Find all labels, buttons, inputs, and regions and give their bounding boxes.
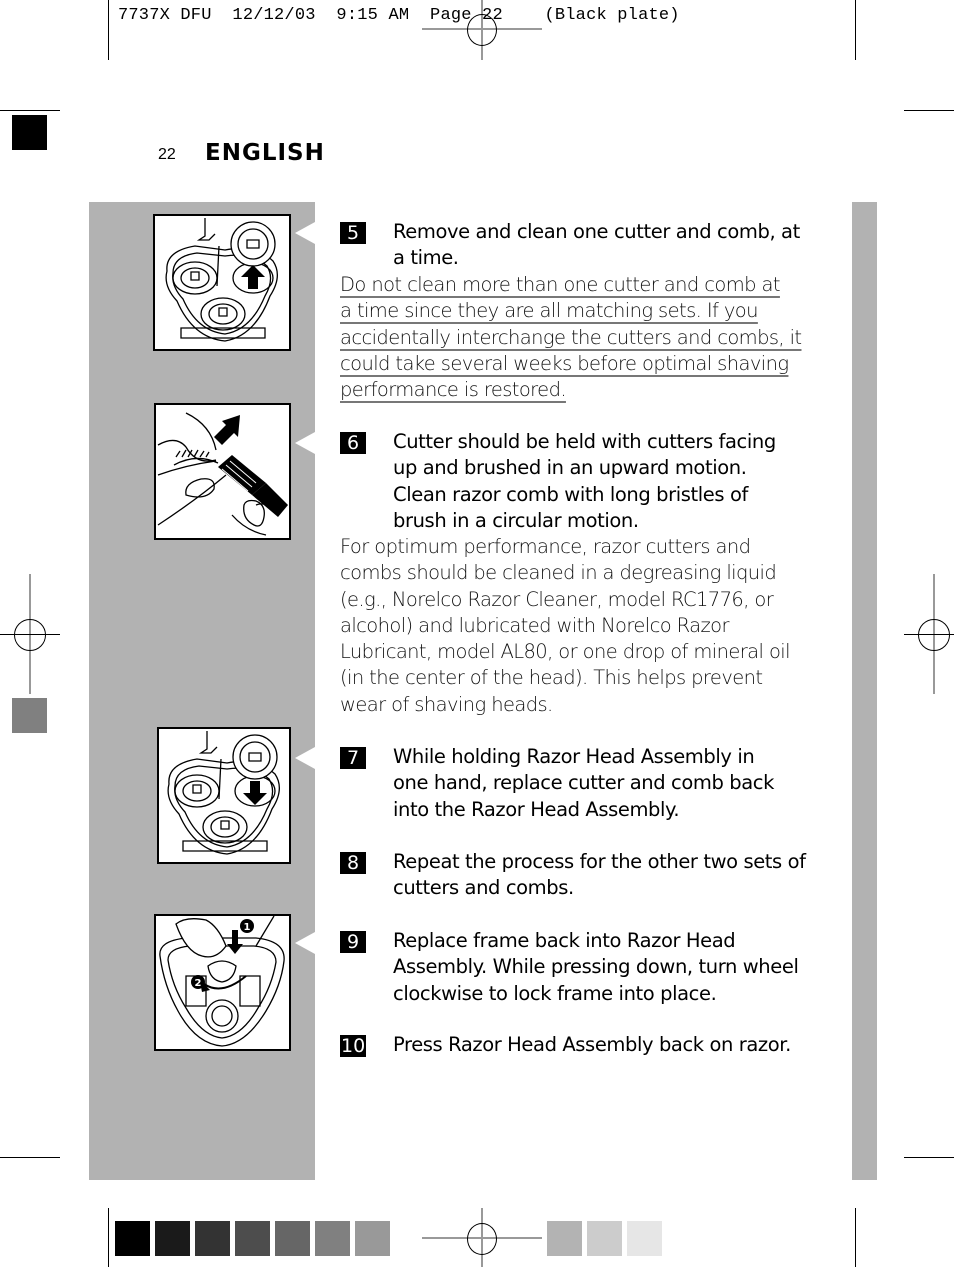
registration-mark-left — [0, 574, 60, 696]
note-line: performance is restored. — [340, 378, 567, 402]
note-line: Do not clean more than one cutter and co… — [340, 273, 781, 296]
crop-mark — [108, 0, 109, 60]
step-number: 7 — [340, 747, 366, 769]
figure-brush-cutter — [154, 403, 291, 540]
figure-pointer — [295, 932, 315, 954]
color-swatch — [587, 1221, 622, 1256]
callout-2: 2 — [195, 978, 202, 989]
step-instruction: While holding Razor Head Assembly in one… — [393, 745, 775, 821]
figure-pointer — [295, 747, 315, 769]
step-instruction: Cutter should be held with cutters facin… — [393, 430, 776, 532]
note-line: accidentally interchange the cutters and… — [340, 325, 802, 349]
note-line: a time since they are all matching sets.… — [340, 299, 758, 323]
crop-mark — [0, 110, 60, 111]
figure-lock-frame: 1 2 — [154, 914, 291, 1051]
figure-replace-cutter — [157, 727, 291, 864]
color-tab-grey — [12, 698, 47, 733]
step-instruction: Repeat the process for the other two set… — [393, 850, 806, 900]
crop-mark — [0, 1157, 60, 1158]
callout-1: 1 — [244, 922, 251, 933]
figure-pointer — [295, 222, 315, 244]
color-swatch — [155, 1221, 190, 1256]
razor-head-arrow-up-icon — [165, 218, 278, 342]
step-instruction: Press Razor Head Assembly back on razor. — [393, 1033, 791, 1056]
color-swatch — [315, 1221, 350, 1256]
figure-remove-cutter — [153, 214, 291, 351]
step-number: 10 — [340, 1035, 367, 1057]
step-number: 8 — [340, 852, 366, 874]
color-swatch — [547, 1221, 582, 1256]
crop-mark — [904, 110, 954, 111]
step-number: 6 — [340, 432, 366, 454]
step-number: 9 — [340, 931, 366, 953]
step-note: Do not clean more than one cutter and co… — [340, 272, 810, 403]
color-tab-black — [12, 115, 47, 150]
color-swatch — [115, 1221, 150, 1256]
registration-mark-top — [422, 0, 542, 60]
color-swatch — [195, 1221, 230, 1256]
color-calibration-bar — [115, 1221, 390, 1256]
color-swatch — [627, 1221, 662, 1256]
razor-head-arrow-down-icon — [167, 731, 280, 855]
step-instruction: Remove and clean one cutter and comb, at… — [393, 220, 800, 270]
step-instruction: Replace frame back into Razor Head Assem… — [393, 929, 799, 1005]
crop-mark — [904, 1157, 954, 1158]
color-swatch — [275, 1221, 310, 1256]
color-swatch — [355, 1221, 390, 1256]
print-slug: 7737X DFU 12/12/03 9:15 AM Page 22 (Blac… — [118, 6, 680, 25]
crop-mark — [855, 1208, 856, 1267]
margin-bar — [852, 202, 877, 1180]
step-number: 5 — [340, 222, 366, 244]
crop-mark — [855, 0, 856, 60]
turn-wheel-icon: 1 2 — [159, 915, 285, 1047]
crop-mark — [108, 1208, 109, 1267]
figure-pointer — [295, 432, 315, 454]
note-line: could take several weeks before optimal … — [340, 351, 789, 375]
step-note: For optimum performance, razor cutters a… — [340, 535, 791, 716]
page-number: 22 — [158, 146, 176, 163]
section-title: ENGLISH — [205, 140, 325, 166]
brush-cleaning-icon — [157, 412, 288, 536]
color-calibration-bar — [547, 1221, 662, 1256]
registration-mark-right — [904, 574, 954, 696]
color-swatch — [235, 1221, 270, 1256]
registration-mark-bottom — [422, 1208, 542, 1267]
